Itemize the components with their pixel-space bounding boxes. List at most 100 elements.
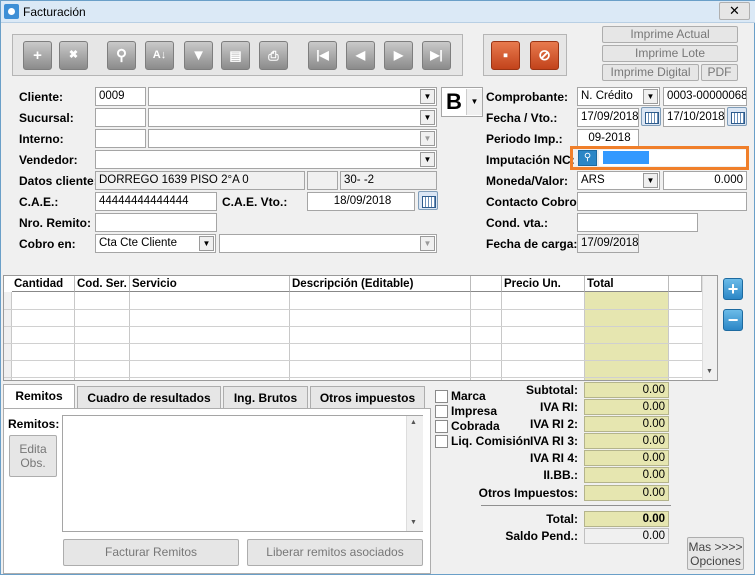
sucursal-code-input[interactable] (95, 108, 146, 127)
vendedor-select[interactable]: ▼ (95, 150, 437, 169)
pdf-button[interactable]: PDF (701, 64, 738, 81)
chevron-down-icon: ▼ (643, 89, 658, 104)
grid-scrollbar[interactable]: ▼ (702, 276, 717, 380)
table-row (4, 326, 704, 327)
interno-code-input[interactable] (95, 129, 146, 148)
col-servicio[interactable]: Servicio (130, 276, 290, 292)
table-row (4, 377, 704, 378)
grid-column (12, 292, 75, 380)
sucursal-select[interactable]: ▼ (148, 108, 437, 127)
print-button[interactable]: ⎙ (259, 41, 288, 70)
cobro-en-select[interactable]: Cta Cte Cliente ▼ (95, 234, 216, 253)
total-value: 0.00 (584, 511, 669, 527)
mas-opciones-button[interactable]: Mas >>>> Opciones (687, 537, 744, 570)
iva-ri4-value: 0.00 (584, 450, 669, 466)
comprobante-select[interactable]: N. Crédito ▼ (577, 87, 660, 106)
scroll-down-icon[interactable]: ▼ (706, 368, 713, 375)
delete-doc-button[interactable]: ✖ (59, 41, 88, 70)
vto-input[interactable]: 17/10/2018 (663, 108, 725, 127)
subtotal-label: Subtotal: (526, 383, 578, 397)
contacto-cobro-label: Contacto Cobro: (486, 195, 581, 209)
save-button[interactable]: ▪ (491, 41, 520, 70)
imputacion-nc-input[interactable] (599, 150, 746, 166)
imprime-lote-button[interactable]: Imprime Lote (602, 45, 738, 62)
remove-row-button[interactable]: − (723, 309, 743, 331)
scroll-up-icon[interactable]: ▲ (410, 419, 417, 426)
comprobante-value: N. Crédito (581, 90, 633, 102)
datos-cuit-field: 30- -2 (340, 171, 437, 190)
col-extra[interactable] (669, 276, 702, 292)
moneda-value: ARS (581, 174, 605, 186)
cancel-button[interactable]: ⊘ (530, 41, 559, 70)
chevron-down-icon: ▼ (420, 110, 435, 125)
add-button[interactable]: + (23, 41, 52, 70)
valor-input[interactable]: 0.000 (663, 171, 747, 190)
cae-label: C.A.E.: (19, 195, 59, 209)
window-title: Facturación (23, 5, 86, 19)
sort-button[interactable]: A↓ (145, 41, 174, 70)
facturar-remitos-button[interactable]: Facturar Remitos (63, 539, 239, 566)
first-record-button[interactable]: |◀ (308, 41, 337, 70)
datos-cliente-label: Datos cliente: (19, 174, 98, 188)
fecha-input[interactable]: 17/09/2018 (577, 108, 639, 127)
iibb-label: II.BB.: (543, 468, 578, 482)
cond-vta-input[interactable] (577, 213, 698, 232)
cliente-select[interactable]: ▼ (148, 87, 437, 106)
items-grid[interactable]: Cantidad Cod. Ser. Servicio Descripción … (3, 275, 718, 381)
grid-column (290, 292, 471, 380)
col-blank[interactable] (471, 276, 502, 292)
iva-ri2-value: 0.00 (584, 416, 669, 432)
calendar-icon[interactable] (418, 191, 438, 210)
calendar-icon[interactable] (727, 107, 747, 126)
total-label: Total: (546, 512, 578, 526)
nro-remito-input[interactable] (95, 213, 217, 232)
cae-input[interactable]: 44444444444444 (95, 192, 217, 211)
remitos-panel: Remitos: Edita Obs. ▲ ▼ Facturar Remitos… (3, 408, 431, 574)
cliente-label: Cliente: (19, 90, 64, 104)
liberar-remitos-button[interactable]: Liberar remitos asociados (247, 539, 423, 566)
cae-vto-input[interactable]: 18/09/2018 (307, 192, 415, 211)
cobro-en-label: Cobro en: (19, 237, 76, 251)
letra-value: B (446, 89, 462, 114)
col-cod-ser[interactable]: Cod. Ser. (75, 276, 130, 292)
search-button[interactable]: ⚲ (107, 41, 136, 70)
calendar-icon[interactable] (641, 107, 661, 126)
scroll-down-icon[interactable]: ▼ (410, 519, 417, 526)
imprime-digital-button[interactable]: Imprime Digital (602, 64, 699, 81)
search-icon[interactable]: ⚲ (578, 150, 597, 166)
prev-record-button[interactable]: ◀ (346, 41, 375, 70)
imprime-actual-button[interactable]: Imprime Actual (602, 26, 738, 43)
tab-otros-impuestos[interactable]: Otros impuestos (310, 386, 425, 409)
iva-ri2-label: IVA RI 2: (529, 417, 578, 431)
iva-ri3-label: IVA RI 3: (529, 434, 578, 448)
tab-ing-brutos[interactable]: Ing. Brutos (223, 386, 308, 409)
iva-ri-value: 0.00 (584, 399, 669, 415)
cobro-detalle-select: ▼ (219, 234, 437, 253)
next-record-button[interactable]: ▶ (384, 41, 413, 70)
remitos-textarea[interactable]: ▲ ▼ (62, 415, 423, 532)
add-row-button[interactable]: + (723, 278, 743, 300)
filter-button[interactable]: ▼ (184, 41, 213, 70)
fecha-carga-label: Fecha de carga: (486, 237, 578, 251)
last-record-button[interactable]: ▶| (422, 41, 451, 70)
nro-remito-label: Nro. Remito: (19, 216, 91, 230)
notes-button[interactable]: ▤ (221, 41, 250, 70)
cae-vto-label: C.A.E. Vto.: (222, 195, 288, 209)
chevron-down-icon: ▼ (643, 173, 658, 188)
col-cantidad[interactable]: Cantidad (12, 276, 75, 292)
comprobante-number-input[interactable]: 0003-00000068 (663, 87, 747, 106)
vendedor-label: Vendedor: (19, 153, 78, 167)
col-total[interactable]: Total (585, 276, 669, 292)
tab-cuadro-resultados[interactable]: Cuadro de resultados (77, 386, 221, 409)
moneda-select[interactable]: ARS ▼ (577, 171, 660, 190)
tab-remitos[interactable]: Remitos (3, 384, 75, 409)
close-button[interactable]: ✕ (719, 2, 750, 20)
cliente-code-input[interactable]: 0009 (95, 87, 146, 106)
datos-extra-field (307, 171, 338, 190)
chevron-down-icon: ▼ (420, 152, 435, 167)
col-descripcion[interactable]: Descripción (Editable) (290, 276, 471, 292)
letra-select[interactable]: B ▼ (441, 87, 483, 117)
col-precio-un[interactable]: Precio Un. (502, 276, 585, 292)
edita-obs-button[interactable]: Edita Obs. (9, 435, 57, 477)
contacto-cobro-input[interactable] (577, 192, 747, 211)
